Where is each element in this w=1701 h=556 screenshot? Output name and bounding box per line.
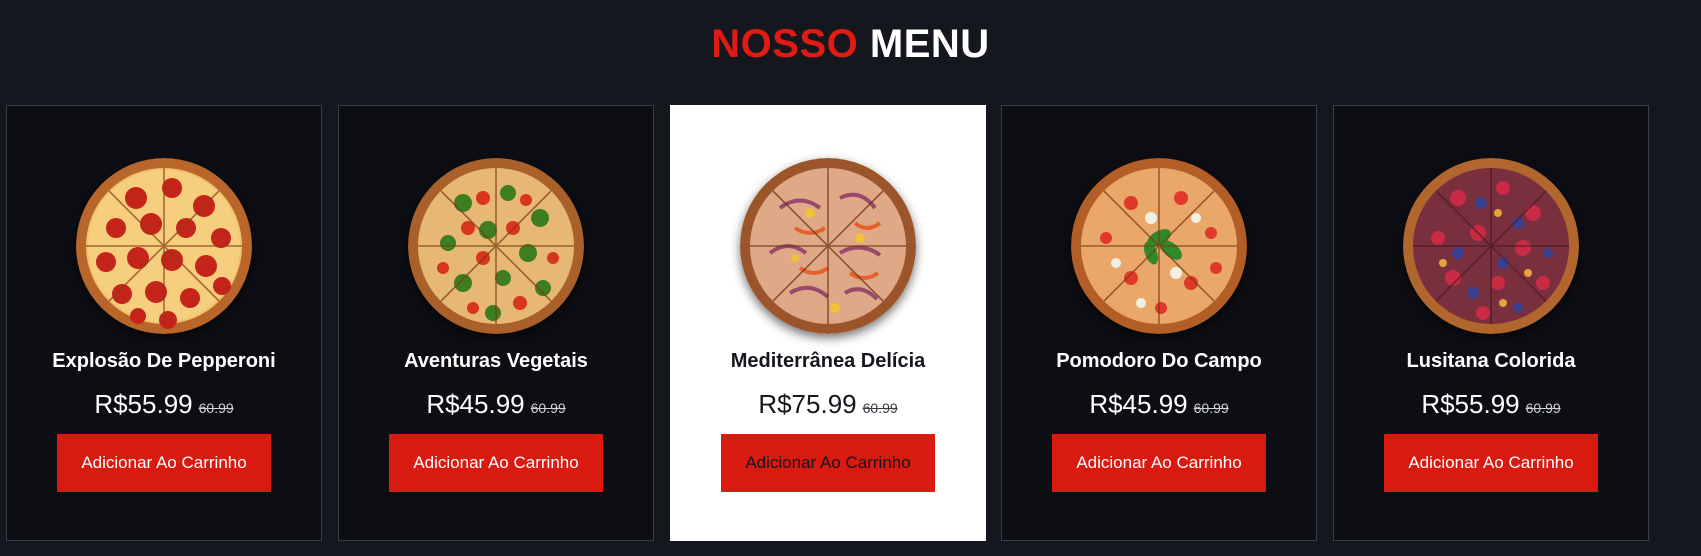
add-to-cart-button[interactable]: Adicionar Ao Carrinho (57, 434, 271, 492)
title-accent: NOSSO (711, 22, 859, 66)
menu-card-pomodoro[interactable]: Pomodoro Do Campo R$45.99 60.99 Adicionar… (1001, 105, 1317, 541)
price-row: R$55.99 60.99 (7, 389, 321, 420)
menu-item-old-price: 60.99 (862, 400, 898, 416)
menu-item-old-price: 60.99 (1525, 400, 1561, 416)
price-row: R$55.99 60.99 (1334, 389, 1648, 420)
menu-item-name: Explosão De Pepperoni (52, 350, 276, 372)
price-row: R$75.99 60.99 (671, 389, 985, 420)
menu-item-price: R$75.99 (758, 389, 857, 419)
add-to-cart-button[interactable]: Adicionar Ao Carrinho (1384, 434, 1598, 492)
menu-item-price: R$55.99 (1421, 389, 1520, 419)
menu-item-name: Aventuras Vegetais (404, 350, 588, 372)
tomato-basil-pizza-icon (1071, 158, 1247, 334)
price-row: R$45.99 60.99 (1002, 389, 1316, 420)
menu-item-name: Lusitana Colorida (1406, 350, 1576, 372)
menu-item-price: R$45.99 (426, 389, 525, 419)
menu-item-old-price: 60.99 (1193, 400, 1229, 416)
menu-item-old-price: 60.99 (530, 400, 566, 416)
menu-section: NOSSO MENU Explosão De Pepperoni R$55.99… (0, 0, 1701, 556)
price-row: R$45.99 60.99 (339, 389, 653, 420)
vegetable-pizza-icon (408, 158, 584, 334)
title-rest: MENU (869, 22, 990, 66)
menu-card-mediterranea[interactable]: Mediterrânea Delícia R$75.99 60.99 Adicio… (670, 105, 986, 541)
berry-pizza-icon (1403, 158, 1579, 334)
menu-card-pepperoni[interactable]: Explosão De Pepperoni R$55.99 60.99 Adici… (6, 105, 322, 541)
section-title: NOSSO MENU (0, 22, 1701, 67)
menu-card-vegetais[interactable]: Aventuras Vegetais R$45.99 60.99 Adiciona… (338, 105, 654, 541)
add-to-cart-button[interactable]: Adicionar Ao Carrinho (721, 434, 935, 492)
menu-item-price: R$55.99 (94, 389, 193, 419)
menu-item-price: R$45.99 (1089, 389, 1188, 419)
add-to-cart-button[interactable]: Adicionar Ao Carrinho (389, 434, 603, 492)
menu-card-lusitana[interactable]: Lusitana Colorida R$55.99 60.99 Adicionar… (1333, 105, 1649, 541)
mediterranean-pizza-icon (740, 158, 916, 334)
menu-item-name: Pomodoro Do Campo (1056, 350, 1262, 372)
pepperoni-pizza-icon (76, 158, 252, 334)
menu-item-name: Mediterrânea Delícia (730, 350, 926, 372)
menu-item-old-price: 60.99 (198, 400, 234, 416)
add-to-cart-button[interactable]: Adicionar Ao Carrinho (1052, 434, 1266, 492)
